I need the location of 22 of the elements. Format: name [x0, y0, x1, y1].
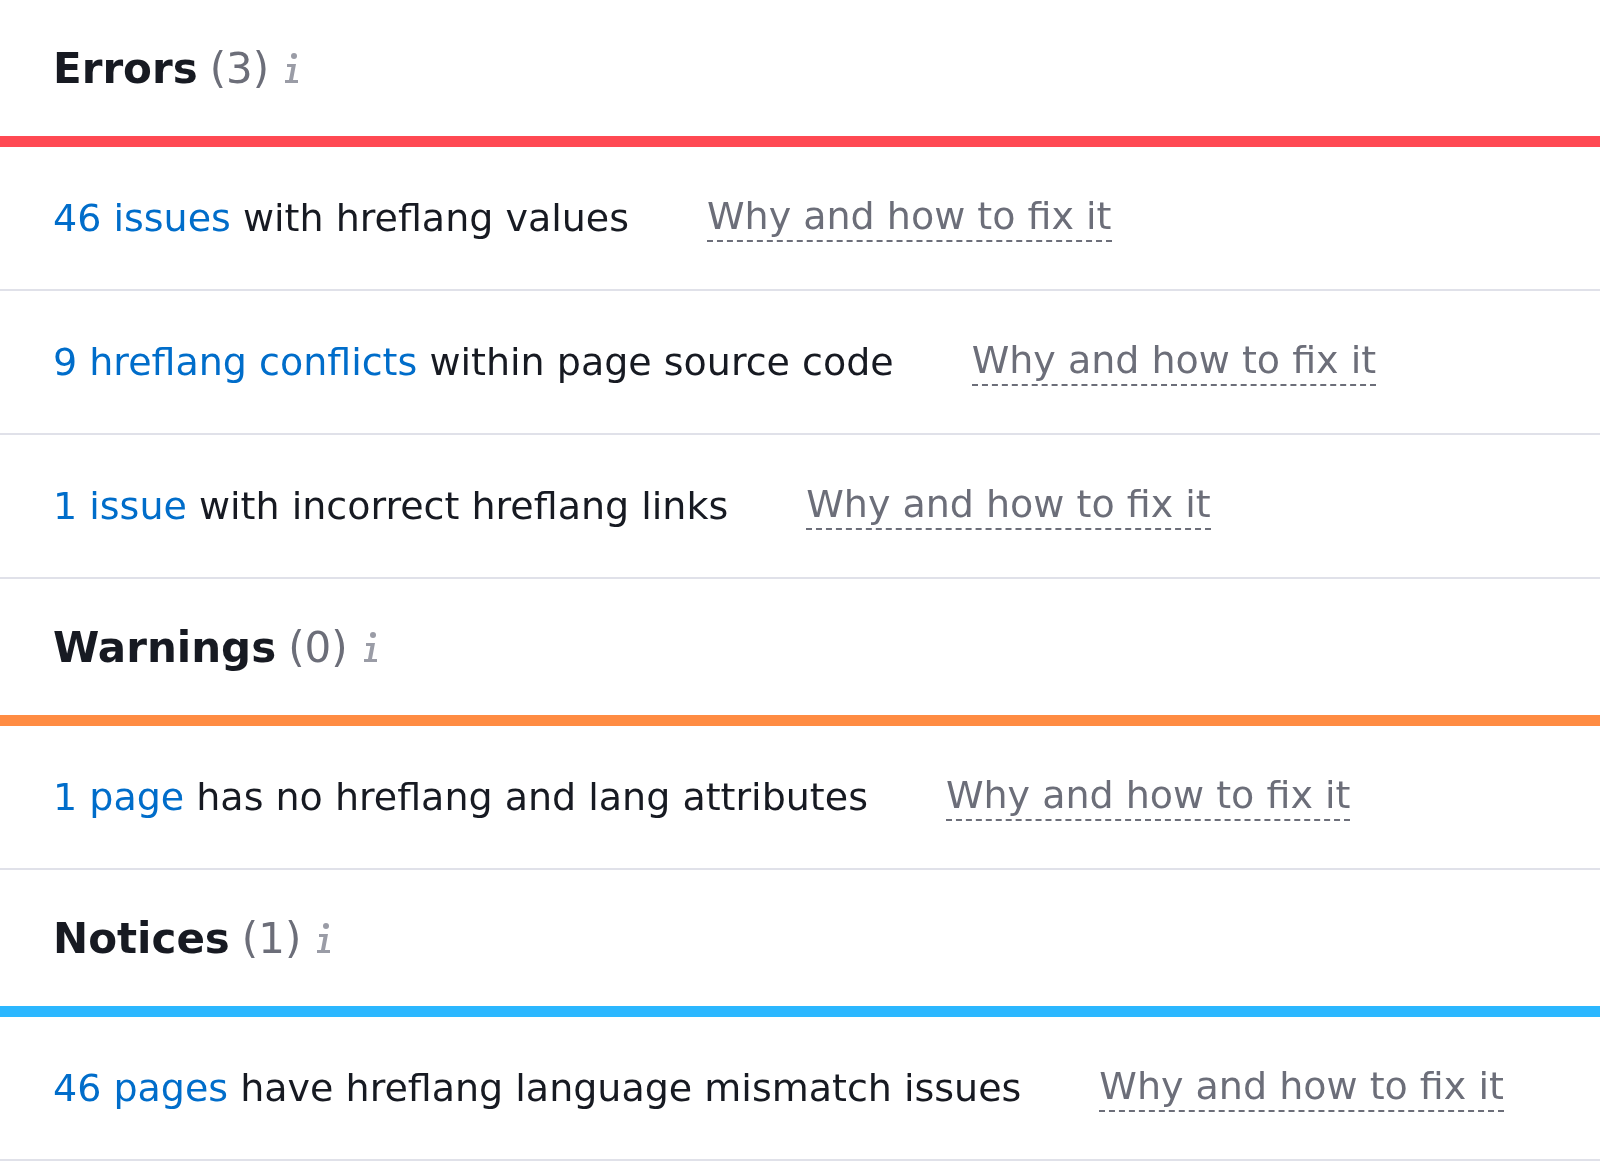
fix-help-link[interactable]: Why and how to fix it	[971, 338, 1377, 386]
section-title: Notices	[53, 913, 230, 963]
issue-count: (0)	[288, 622, 348, 672]
issue-count: (1)	[241, 913, 302, 963]
section-title: Errors	[53, 43, 198, 93]
issue-link[interactable]: 46 issues	[53, 196, 231, 240]
fix-help-link[interactable]: Why and how to fix it	[945, 773, 1351, 821]
issue-link[interactable]: 9 hreflang conflicts	[53, 340, 418, 384]
issue-text: 9 hreflang conflicts within page source code	[53, 340, 894, 384]
issue-link[interactable]: 1 issue	[53, 484, 187, 528]
fix-help-link[interactable]: Why and how to fix it	[806, 482, 1211, 530]
info-icon[interactable]	[361, 629, 380, 665]
issue-text: 46 issues with hreflang values	[53, 196, 629, 240]
issue-link[interactable]: 46 pages	[53, 1066, 229, 1110]
section-title: Warnings	[53, 622, 277, 672]
issue-count: (3)	[209, 43, 270, 93]
fix-help-link[interactable]: Why and how to fix it	[1099, 1064, 1504, 1112]
fix-help-link[interactable]: Why and how to fix it	[707, 194, 1112, 242]
issue-text: 1 page has no hreflang and lang attributes	[53, 775, 868, 819]
issue-link[interactable]: 1 page	[53, 775, 185, 819]
issue-text: 46 pages have hreflang language mismatch issues	[53, 1066, 1022, 1110]
issue-text: 1 issue with incorrect hreflang links	[53, 484, 729, 528]
